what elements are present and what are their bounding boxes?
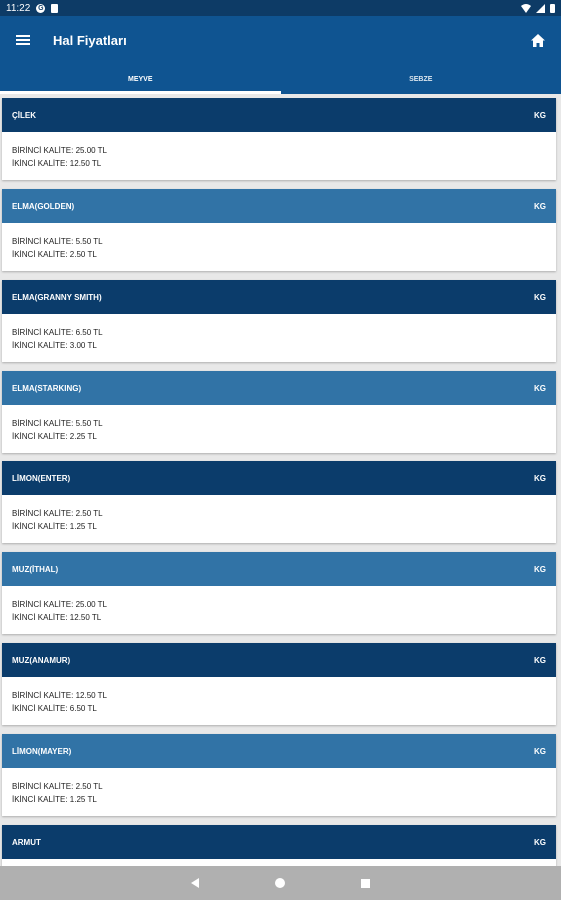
home-icon[interactable] [531,33,545,47]
list-item[interactable]: MUZ(ANAMUR) KG BİRİNCİ KALİTE: 12.50 TL … [2,643,556,725]
back-button[interactable] [191,878,199,888]
item-name: LİMON(MAYER) [12,746,72,756]
item-unit: KG [534,837,546,847]
item-header[interactable]: ÇİLEK KG [2,98,556,132]
item-name: MUZ(İTHAL) [12,564,59,574]
item-prices: BİRİNCİ KALİTE: 6.50 TL İKİNCİ KALİTE: 3… [2,314,556,362]
tab-bar: MEYVE SEBZE [0,64,561,94]
tab-sebze[interactable]: SEBZE [281,64,561,94]
list-item[interactable]: LİMON(ENTER) KG BİRİNCİ KALİTE: 2.50 TL … [2,461,556,543]
item-header[interactable]: LİMON(ENTER) KG [2,461,556,495]
second-quality-price: İKİNCİ KALİTE: 6.50 TL [12,704,97,713]
item-header[interactable]: ARMUT KG [2,825,556,859]
first-quality-price: BİRİNCİ KALİTE: 6.50 TL [12,328,103,337]
google-icon: G [36,3,46,13]
tab-meyve[interactable]: MEYVE [0,64,281,94]
item-header[interactable]: MUZ(İTHAL) KG [2,552,556,586]
status-bar: 11:22 G [0,0,561,16]
item-prices: BİRİNCİ KALİTE: 5.50 TL İKİNCİ KALİTE: 2… [2,405,556,453]
battery-icon [550,3,555,13]
nav-home-button[interactable] [275,878,285,888]
item-header[interactable]: LİMON(MAYER) KG [2,734,556,768]
item-name: MUZ(ANAMUR) [12,655,71,665]
item-prices: BİRİNCİ KALİTE: 2.50 TL İKİNCİ KALİTE: 1… [2,768,556,816]
list-item[interactable]: ELMA(GRANNY SMITH) KG BİRİNCİ KALİTE: 6.… [2,280,556,362]
item-header[interactable]: MUZ(ANAMUR) KG [2,643,556,677]
item-name: ELMA(GRANNY SMITH) [12,292,102,302]
sd-card-icon [51,3,59,13]
item-unit: KG [534,383,546,393]
first-quality-price: BİRİNCİ KALİTE: 25.00 TL [12,146,108,155]
first-quality-price: BİRİNCİ KALİTE: 2.50 TL [12,509,103,518]
item-unit: KG [534,473,546,483]
item-unit: KG [534,110,546,120]
list-item[interactable]: MUZ(İTHAL) KG BİRİNCİ KALİTE: 25.00 TL İ… [2,552,556,634]
item-prices: BİRİNCİ KALİTE: 25.00 TL İKİNCİ KALİTE: … [2,132,556,180]
menu-icon[interactable] [16,35,30,45]
second-quality-price: İKİNCİ KALİTE: 12.50 TL [12,613,102,622]
item-name: LİMON(ENTER) [12,473,71,483]
item-prices: BİRİNCİ KALİTE: 5.50 TL İKİNCİ KALİTE: 2… [2,223,556,271]
list-item[interactable]: LİMON(MAYER) KG BİRİNCİ KALİTE: 2.50 TL … [2,734,556,816]
item-header[interactable]: ELMA(STARKING) KG [2,371,556,405]
recents-icon [361,878,370,888]
list-item[interactable]: ELMA(GOLDEN) KG BİRİNCİ KALİTE: 5.50 TL … [2,189,556,271]
item-unit: KG [534,564,546,574]
page-title: Hal Fiyatları [53,32,127,48]
first-quality-price: BİRİNCİ KALİTE: 12.50 TL [12,691,108,700]
back-icon [191,878,199,888]
wifi-icon [521,3,531,13]
price-list[interactable]: ÇİLEK KG BİRİNCİ KALİTE: 25.00 TL İKİNCİ… [0,98,561,866]
second-quality-price: İKİNCİ KALİTE: 3.00 TL [12,341,97,350]
recents-button[interactable] [361,878,370,888]
list-item[interactable]: ARMUT KG [2,825,556,866]
list-item[interactable]: ELMA(STARKING) KG BİRİNCİ KALİTE: 5.50 T… [2,371,556,453]
item-prices: BİRİNCİ KALİTE: 25.00 TL İKİNCİ KALİTE: … [2,586,556,634]
item-header[interactable]: ELMA(GRANNY SMITH) KG [2,280,556,314]
item-name: ELMA(GOLDEN) [12,201,75,211]
first-quality-price: BİRİNCİ KALİTE: 2.50 TL [12,782,103,791]
item-prices: BİRİNCİ KALİTE: 12.50 TL İKİNCİ KALİTE: … [2,677,556,725]
status-time: 11:22 [6,2,31,14]
second-quality-price: İKİNCİ KALİTE: 1.25 TL [12,795,97,804]
item-prices: BİRİNCİ KALİTE: 2.50 TL İKİNCİ KALİTE: 1… [2,495,556,543]
system-nav-bar [0,866,561,900]
item-name: ARMUT [12,837,41,847]
nav-home-icon [275,878,285,888]
item-header[interactable]: ELMA(GOLDEN) KG [2,189,556,223]
item-unit: KG [534,746,546,756]
item-prices [2,859,556,866]
signal-icon [536,3,545,13]
second-quality-price: İKİNCİ KALİTE: 12.50 TL [12,159,102,168]
first-quality-price: BİRİNCİ KALİTE: 25.00 TL [12,600,108,609]
item-unit: KG [534,292,546,302]
second-quality-price: İKİNCİ KALİTE: 2.25 TL [12,432,97,441]
second-quality-price: İKİNCİ KALİTE: 2.50 TL [12,250,97,259]
item-unit: KG [534,201,546,211]
item-unit: KG [534,655,546,665]
app-bar: Hal Fiyatları [0,16,561,64]
second-quality-price: İKİNCİ KALİTE: 1.25 TL [12,522,97,531]
first-quality-price: BİRİNCİ KALİTE: 5.50 TL [12,419,103,428]
first-quality-price: BİRİNCİ KALİTE: 5.50 TL [12,237,103,246]
item-name: ELMA(STARKING) [12,383,82,393]
item-name: ÇİLEK [12,110,36,120]
list-item[interactable]: ÇİLEK KG BİRİNCİ KALİTE: 25.00 TL İKİNCİ… [2,98,556,180]
